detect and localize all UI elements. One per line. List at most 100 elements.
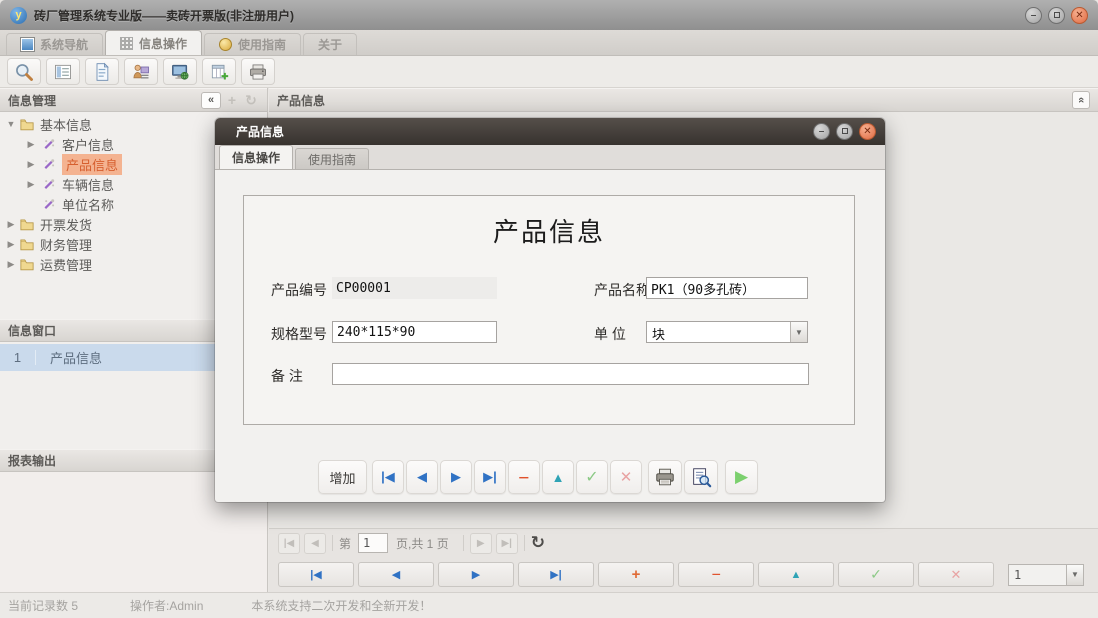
collapse-sidebar-button[interactable]: « bbox=[201, 92, 221, 109]
dialog-tab-info-operation[interactable]: 信息操作 bbox=[219, 145, 293, 169]
chevron-down-icon[interactable]: ▼ bbox=[790, 322, 807, 342]
expand-arrow[interactable]: ▶ bbox=[26, 139, 36, 150]
minimize-button[interactable]: – bbox=[1025, 7, 1042, 24]
remark-field[interactable] bbox=[332, 363, 809, 385]
remote-monitor-button[interactable] bbox=[163, 58, 197, 85]
tree-label-selected: 产品信息 bbox=[62, 154, 122, 175]
record-first-button[interactable]: |◀ bbox=[278, 562, 354, 587]
page-total-label: 页,共 1 页 bbox=[396, 535, 449, 552]
info-management-header: 信息管理 « + ↻ bbox=[0, 88, 267, 112]
dialog-preview-button[interactable] bbox=[684, 460, 718, 494]
printer-icon bbox=[248, 62, 268, 82]
record-next-button[interactable]: ▶ bbox=[438, 562, 514, 587]
page-last-button[interactable]: ▶| bbox=[496, 533, 518, 554]
record-insert-button[interactable]: + bbox=[598, 562, 674, 587]
info-window-title: 信息窗口 bbox=[8, 322, 56, 339]
record-prev-button[interactable]: ◀ bbox=[358, 562, 434, 587]
dialog-tab-user-guide[interactable]: 使用指南 bbox=[295, 148, 369, 169]
page-navigator: |◀ ◀ 第 页,共 1 页 ▶ ▶| ↻ bbox=[269, 528, 1098, 557]
maximize-icon bbox=[842, 128, 848, 134]
status-message: 本系统支持二次开发和全新开发！ bbox=[251, 597, 431, 614]
product-name-field[interactable] bbox=[646, 277, 808, 299]
spec-model-label: 规格型号 bbox=[271, 324, 327, 344]
monitor-globe-icon bbox=[170, 62, 190, 82]
dialog-print-button[interactable] bbox=[648, 460, 682, 494]
dialog-edit-button[interactable]: ▲ bbox=[542, 460, 574, 494]
guide-coin-icon bbox=[219, 38, 232, 51]
expand-arrow[interactable]: ▼ bbox=[6, 119, 16, 129]
record-post-button[interactable]: ✓ bbox=[838, 562, 914, 587]
close-button[interactable]: ✕ bbox=[1071, 7, 1088, 24]
dialog-delete-button[interactable]: − bbox=[508, 460, 540, 494]
dialog-minimize-button[interactable]: – bbox=[813, 123, 830, 140]
dialog-cancel-button[interactable]: ✕ bbox=[610, 460, 642, 494]
document-button[interactable] bbox=[85, 58, 119, 85]
dialog-prev-button[interactable]: ◀ bbox=[406, 460, 438, 494]
tree-label: 单位名称 bbox=[62, 195, 114, 214]
tab-label: 使用指南 bbox=[238, 36, 286, 53]
wand-icon bbox=[42, 138, 56, 151]
tab-info-operation[interactable]: 信息操作 bbox=[105, 30, 202, 55]
row-label: 产品信息 bbox=[36, 348, 102, 367]
page-first-button[interactable]: |◀ bbox=[278, 533, 300, 554]
refresh-tree-button[interactable]: ↻ bbox=[243, 92, 259, 109]
expand-arrow[interactable]: ▶ bbox=[26, 179, 36, 190]
chevron-down-icon[interactable]: ▼ bbox=[1066, 565, 1083, 585]
tree-label: 客户信息 bbox=[62, 135, 114, 154]
dialog-tab-bar: 信息操作 使用指南 bbox=[215, 145, 885, 170]
record-last-button[interactable]: ▶| bbox=[518, 562, 594, 587]
tab-system-nav[interactable]: 系统导航 bbox=[6, 33, 103, 55]
row-index: 1 bbox=[0, 350, 36, 365]
dialog-maximize-button[interactable] bbox=[836, 123, 853, 140]
expand-arrow[interactable]: ▶ bbox=[26, 159, 36, 170]
wand-icon bbox=[42, 198, 56, 211]
combo-value: 1 bbox=[1009, 568, 1066, 582]
record-cancel-button[interactable]: ✕ bbox=[918, 562, 994, 587]
dialog-next-button[interactable]: ▶ bbox=[440, 460, 472, 494]
product-code-label: 产品编号 bbox=[271, 280, 327, 300]
dialog-post-button[interactable]: ✓ bbox=[576, 460, 608, 494]
tab-user-guide[interactable]: 使用指南 bbox=[204, 33, 301, 55]
add-record-button[interactable]: 增加 bbox=[318, 460, 367, 494]
unit-select[interactable]: 块 ▼ bbox=[646, 321, 808, 343]
spec-model-field[interactable] bbox=[332, 321, 497, 343]
dialog-close-button[interactable]: ✕ bbox=[859, 123, 876, 140]
page-prev-button[interactable]: ◀ bbox=[304, 533, 326, 554]
tab-label: 信息操作 bbox=[139, 35, 187, 52]
form-view-button[interactable] bbox=[46, 58, 80, 85]
table-add-button[interactable] bbox=[202, 58, 236, 85]
expand-arrow[interactable]: ▶ bbox=[6, 239, 16, 250]
page-next-button[interactable]: ▶ bbox=[470, 533, 492, 554]
browse-search-button[interactable] bbox=[7, 58, 41, 85]
tab-about[interactable]: 关于 bbox=[303, 33, 357, 55]
product-code-field[interactable] bbox=[332, 277, 497, 299]
dialog-run-button[interactable]: ▶ bbox=[725, 460, 758, 494]
record-navigator: |◀ ◀ ▶ ▶| + − ▲ ✓ ✕ 1 ▼ bbox=[269, 557, 1098, 592]
record-delete-button[interactable]: − bbox=[678, 562, 754, 587]
status-operator: 操作者:Admin bbox=[130, 597, 203, 614]
page-number-input[interactable] bbox=[358, 533, 388, 553]
main-tab-bar: 系统导航 信息操作 使用指南 关于 bbox=[0, 30, 1098, 56]
tab-label: 关于 bbox=[318, 36, 342, 53]
refresh-icon[interactable]: ↻ bbox=[531, 533, 545, 553]
dialog-first-button[interactable]: |◀ bbox=[372, 460, 404, 494]
tree-label: 财务管理 bbox=[40, 235, 92, 254]
info-management-title: 信息管理 bbox=[8, 92, 56, 109]
grid-icon bbox=[120, 37, 133, 50]
operator-wizard-button[interactable] bbox=[124, 58, 158, 85]
tree-label: 车辆信息 bbox=[62, 175, 114, 194]
printer-toolbar-button[interactable] bbox=[241, 58, 275, 85]
title-bar: y 砖厂管理系统专业版——卖砖开票版(非注册用户) – ✕ bbox=[0, 0, 1098, 30]
record-edit-button[interactable]: ▲ bbox=[758, 562, 834, 587]
unit-label: 单 位 bbox=[594, 324, 626, 344]
dialog-last-button[interactable]: ▶| bbox=[474, 460, 506, 494]
collapse-panel-button[interactable]: « bbox=[1072, 91, 1090, 109]
maximize-button[interactable] bbox=[1048, 7, 1065, 24]
main-toolbar bbox=[0, 56, 1098, 88]
expand-arrow[interactable]: ▶ bbox=[6, 259, 16, 270]
search-icon bbox=[14, 62, 34, 82]
record-count-combobox[interactable]: 1 ▼ bbox=[1008, 564, 1084, 586]
content-header: 产品信息 « bbox=[269, 88, 1098, 112]
add-node-button[interactable]: + bbox=[224, 92, 240, 108]
expand-arrow[interactable]: ▶ bbox=[6, 219, 16, 230]
